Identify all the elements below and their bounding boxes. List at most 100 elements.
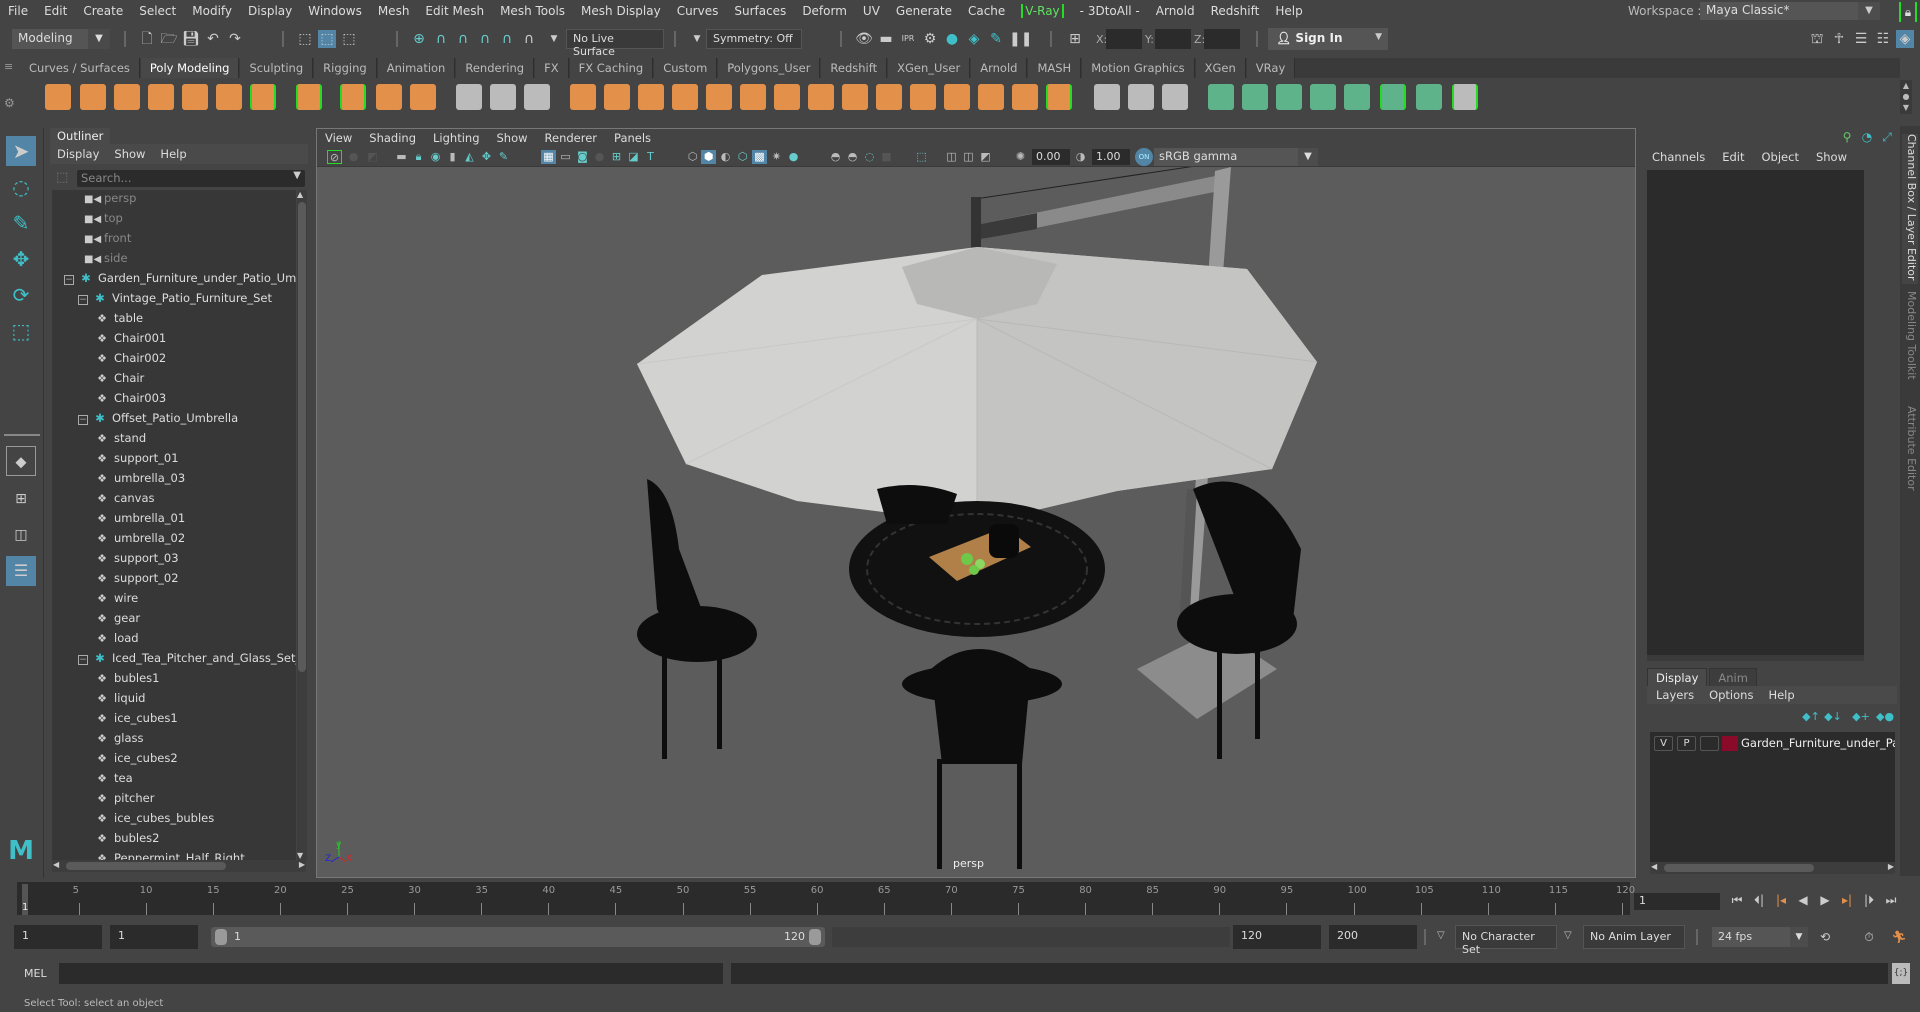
go-to-start-icon[interactable]: ⏮ <box>1728 891 1746 909</box>
shelf-tab-sculpting[interactable]: Sculpting <box>240 58 314 78</box>
shelf-tab-xgen[interactable]: XGen <box>1195 58 1246 78</box>
attribute-editor-icon[interactable]: ☥ <box>1830 30 1848 48</box>
move-layer-down-icon[interactable]: ◆↓ <box>1824 708 1842 726</box>
render-setup-icon[interactable]: ◈ <box>965 30 983 48</box>
outliner-item[interactable]: ❖ ice_cubes_bubles <box>94 808 214 828</box>
open-scene-icon[interactable]: 🗁 <box>160 30 178 48</box>
pause-viewport-icon[interactable]: ❚❚ <box>1009 30 1032 48</box>
outliner-item[interactable]: ❖ table <box>94 308 143 328</box>
append-polygon-icon[interactable] <box>978 84 1004 110</box>
viewport-panel[interactable] <box>316 128 1636 878</box>
new-scene-icon[interactable]: 🗋 <box>138 30 156 48</box>
playback-start-field[interactable]: 1 <box>110 925 198 949</box>
playback-end-field[interactable]: 120 <box>1233 925 1321 949</box>
mirror-icon[interactable] <box>638 84 664 110</box>
viewport-menu-show[interactable]: Show <box>497 131 528 145</box>
outliner-item[interactable]: − ✱ Iced_Tea_Pitcher_and_Glass_Set_wi <box>78 648 296 668</box>
outliner-item[interactable]: ❖ bubles1 <box>94 668 159 688</box>
exposure-icon[interactable]: ✺ <box>1013 150 1028 164</box>
motion-blur-icon[interactable]: ◓ <box>845 150 860 164</box>
snap-live-icon[interactable]: ∩ <box>498 30 516 48</box>
filter-icon[interactable]: ⬚ <box>56 170 68 185</box>
y-field[interactable] <box>1155 29 1191 49</box>
outliner-item[interactable]: ❖ wire <box>94 588 138 608</box>
uv-planar-icon[interactable] <box>1208 84 1234 110</box>
isolate-select-icon[interactable]: ⬚ <box>914 150 929 164</box>
menu-surfaces[interactable]: Surfaces <box>734 4 786 18</box>
film-gate-icon[interactable]: ▭ <box>558 150 573 164</box>
outliner-item[interactable]: ■◀ front <box>84 228 131 248</box>
menu-v-ray[interactable]: V-Ray <box>1021 4 1064 18</box>
outliner-menu-show[interactable]: Show <box>114 147 145 161</box>
platonic-solid-icon[interactable] <box>296 84 322 110</box>
bevel-icon[interactable] <box>876 84 902 110</box>
outliner-item[interactable]: ■◀ top <box>84 208 123 228</box>
uv-cut-icon[interactable] <box>1452 84 1478 110</box>
menu-set-select[interactable]: Modeling ▼ <box>12 29 110 49</box>
camera-move-icon[interactable]: ◉ <box>428 150 443 164</box>
layer-visibility-toggle[interactable]: V <box>1654 736 1673 751</box>
channel-box-menu-object[interactable]: Object <box>1762 150 1799 164</box>
z-field[interactable] <box>1204 29 1240 49</box>
outliner-item[interactable]: ❖ load <box>94 628 139 648</box>
viewport-menu-shading[interactable]: Shading <box>369 131 416 145</box>
scrollbar-thumb[interactable] <box>1664 864 1814 872</box>
step-forward-frame-icon[interactable]: |⏵ <box>1860 891 1878 909</box>
safe-action-icon[interactable]: ◪ <box>626 150 641 164</box>
smooth-icon[interactable] <box>672 84 698 110</box>
channel-box-menu-channels[interactable]: Channels <box>1652 150 1705 164</box>
range-start-handle[interactable] <box>215 929 227 945</box>
shelf-tab-motion-graphics[interactable]: Motion Graphics <box>1082 58 1195 78</box>
gate-mask-icon[interactable]: ● <box>592 150 607 164</box>
shelf-tab-mash[interactable]: MASH <box>1028 58 1082 78</box>
new-layer-selected-icon[interactable]: ◆● <box>1876 708 1894 726</box>
layer-menu-options[interactable]: Options <box>1709 688 1753 702</box>
menu-deform[interactable]: Deform <box>802 4 847 18</box>
uv-spherical-icon[interactable] <box>1276 84 1302 110</box>
go-to-end-icon[interactable]: ⏭ <box>1882 891 1900 909</box>
shelf-tab-xgen-user[interactable]: XGen_User <box>888 58 971 78</box>
menu-display[interactable]: Display <box>248 4 292 18</box>
script-editor-icon[interactable]: {;} <box>1892 963 1910 984</box>
outliner-item[interactable]: ❖ support_02 <box>94 568 178 588</box>
default-material-icon[interactable]: ◐ <box>718 150 733 164</box>
outliner-item[interactable]: ❖ support_03 <box>94 548 178 568</box>
outliner-tab[interactable]: Outliner <box>50 128 110 144</box>
single-pane-layout-icon[interactable]: ⬥ <box>6 446 36 476</box>
current-frame-field[interactable]: 1 <box>1634 893 1720 910</box>
viewport-menu-renderer[interactable]: Renderer <box>545 131 598 145</box>
color-management-toggle[interactable]: ON <box>1135 148 1153 166</box>
2d-pan-zoom-icon[interactable]: ✥ <box>479 150 494 164</box>
snap-grid-icon[interactable]: ⊕ <box>410 30 428 48</box>
separate-icon[interactable] <box>604 84 630 110</box>
menu-mesh[interactable]: Mesh <box>378 4 410 18</box>
anti-aliasing-icon[interactable]: ◌ <box>862 150 877 164</box>
menu-curves[interactable]: Curves <box>677 4 719 18</box>
channel-box-menu-show[interactable]: Show <box>1816 150 1847 164</box>
poly-cylinder-icon[interactable] <box>114 84 140 110</box>
scroll-down-icon[interactable]: ▼ <box>297 851 303 860</box>
layer-playback-toggle[interactable]: P <box>1677 736 1696 751</box>
menu-generate[interactable]: Generate <box>896 4 952 18</box>
anim-layer-select[interactable]: No Anim Layer <box>1583 925 1685 949</box>
collapse-icon[interactable]: − <box>78 295 88 305</box>
play-forwards-icon[interactable]: ▶ <box>1816 891 1834 909</box>
range-slider[interactable] <box>211 927 825 947</box>
exposure-field[interactable]: 0.00 <box>1032 149 1070 165</box>
outliner-item[interactable]: ❖ Chair003 <box>94 388 166 408</box>
shelf-tab-animation[interactable]: Animation <box>377 58 456 78</box>
outliner-search-input[interactable]: Search... ▼ <box>77 170 305 187</box>
move-tool-icon[interactable]: ✥ <box>6 244 36 274</box>
scrollbar-thumb[interactable] <box>66 862 226 870</box>
fps-select[interactable]: 24 fps ▼ <box>1712 927 1808 947</box>
collapse-icon[interactable]: − <box>64 275 74 285</box>
layer-tab-display[interactable]: Display <box>1647 668 1708 688</box>
shelf-scroll[interactable]: ▲ ● ▼ <box>1900 80 1912 114</box>
screen-space-ao-icon[interactable]: ◓ <box>828 150 843 164</box>
viewport-menu-panels[interactable]: Panels <box>614 131 651 145</box>
bookmark-icon[interactable]: ◩ <box>365 150 380 164</box>
animation-preferences-icon[interactable]: 🏃︎ <box>1890 928 1908 946</box>
loop-icon[interactable]: ⟲ <box>1816 928 1834 946</box>
outliner-item[interactable]: ❖ support_01 <box>94 448 178 468</box>
outliner-item[interactable]: ❖ Chair002 <box>94 348 166 368</box>
